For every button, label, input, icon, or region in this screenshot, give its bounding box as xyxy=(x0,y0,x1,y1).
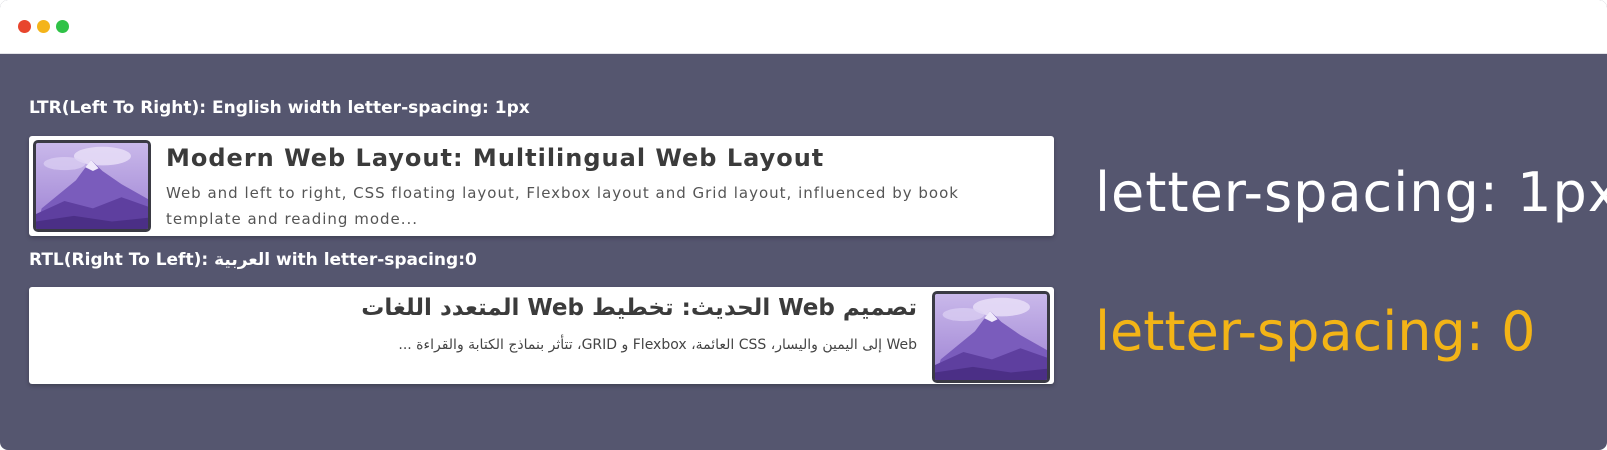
mountain-thumbnail-icon xyxy=(932,291,1050,383)
window-titlebar xyxy=(0,0,1607,54)
rtl-section-label: RTL(Right To Left): العربية with letter-… xyxy=(29,250,477,270)
rtl-article-card[interactable]: تصميم Web الحديث: تخطيط Web المتعدد اللغ… xyxy=(29,287,1054,384)
letter-spacing-1px-label: letter-spacing: 1px xyxy=(1095,161,1607,224)
demo-content: LTR(Left To Right): English width letter… xyxy=(29,54,1607,450)
rtl-card-description: Web إلى اليمين واليسار، CSS العائمة، Fle… xyxy=(398,337,917,353)
maximize-window-button[interactable] xyxy=(56,20,69,33)
close-window-button[interactable] xyxy=(18,20,31,33)
ltr-card-description: Web and left to right, CSS floating layo… xyxy=(166,184,959,228)
mountain-image-icon xyxy=(36,143,148,229)
ltr-article-card[interactable]: Modern Web Layout: Multilingual Web Layo… xyxy=(29,136,1054,236)
ltr-card-title: Modern Web Layout: Multilingual Web Layo… xyxy=(166,144,825,172)
rtl-card-title: تصميم Web الحديث: تخطيط Web المتعدد اللغ… xyxy=(361,295,917,321)
mountain-image-icon xyxy=(935,294,1047,380)
app-window: LTR(Left To Right): English width letter… xyxy=(0,0,1607,450)
mountain-thumbnail-icon xyxy=(33,140,151,232)
ltr-section-label: LTR(Left To Right): English width letter… xyxy=(29,98,530,118)
letter-spacing-0-label: letter-spacing: 0 xyxy=(1095,300,1536,363)
minimize-window-button[interactable] xyxy=(37,20,50,33)
